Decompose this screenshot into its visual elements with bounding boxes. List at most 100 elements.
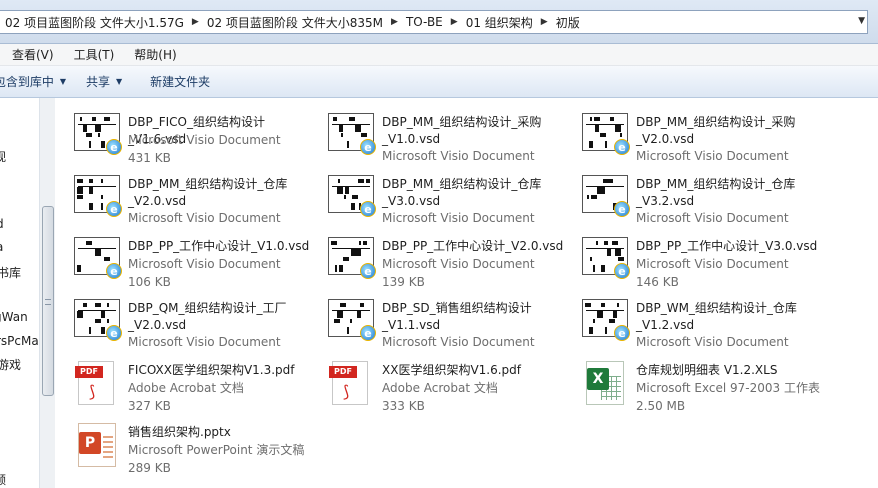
file-name[interactable]: DBP_QM_组织结构设计_工厂_V2.0.vsd	[128, 300, 318, 334]
breadcrumb-item[interactable]: 02 项目蓝图阶段 文件大小1.57G	[0, 14, 189, 31]
diagram-block	[345, 187, 349, 194]
slide-lines-icon	[103, 436, 113, 458]
breadcrumb-item[interactable]: TO-BE	[401, 15, 448, 29]
file-item[interactable]: X 仓库规划明细表 V1.2.XLS Microsoft Excel 97-2003…	[564, 354, 820, 413]
file-name[interactable]: DBP_PP_工作中心设计_V2.0.vsd	[382, 238, 572, 255]
diagram-connector	[332, 310, 370, 311]
file-name[interactable]: DBP_WM_组织结构设计_仓库_V1.2.vsd	[636, 300, 826, 334]
file-item[interactable]: e DBP_PP_工作中心设计_V2.0.vsd Microsoft Visio D…	[310, 230, 563, 289]
internet-explorer-icon: e	[360, 201, 376, 217]
file-item[interactable]: e DBP_MM_组织结构设计_采购_V2.0.vsd Microsoft Visi…	[564, 106, 814, 163]
breadcrumb-separator-icon[interactable]: ▶	[538, 17, 551, 27]
diagram-block	[355, 125, 361, 132]
diagram-block	[593, 319, 595, 323]
address-bar: 02 项目蓝图阶段 文件大小1.57G ▶ 02 项目蓝图阶段 文件大小835M…	[0, 0, 878, 44]
diagram-block	[613, 311, 617, 318]
diagram-block	[347, 327, 349, 334]
file-item[interactable]: PDF ⟆ FICOXX医学组织架构V1.3.pdf Adobe Acrobat 文档…	[56, 354, 306, 413]
file-name[interactable]: DBP_PP_工作中心设计_V1.0.vsd	[128, 238, 318, 255]
powerpoint-icon: P	[74, 423, 120, 469]
breadcrumb-item[interactable]: 01 组织架构	[461, 14, 538, 31]
internet-explorer-icon: e	[106, 139, 122, 155]
nav-item[interactable]: gWan	[0, 310, 28, 324]
file-name[interactable]: DBP_MM_组织结构设计_仓库_V3.0.vsd	[382, 176, 572, 210]
diagram-block	[83, 303, 87, 307]
file-name[interactable]: FICOXX医学组织架构V1.3.pdf	[128, 362, 318, 379]
file-name[interactable]: 仓库规划明细表 V1.2.XLS	[636, 362, 826, 379]
file-name[interactable]: DBP_MM_组织结构设计_采购_V1.0.vsd	[382, 114, 572, 148]
file-type: Microsoft Visio Document	[382, 211, 535, 225]
diagram-connector	[332, 186, 370, 187]
navigation-scrollbar[interactable]	[39, 98, 55, 488]
file-item[interactable]: e DBP_MM_组织结构设计_仓库_V3.2.vsd Microsoft Visi…	[564, 168, 814, 225]
scrollbar-thumb[interactable]	[42, 206, 54, 396]
file-size: 106 KB	[128, 275, 171, 289]
file-name[interactable]: XX医学组织架构V1.6.pdf	[382, 362, 572, 379]
breadcrumb-separator-icon[interactable]: ▶	[189, 17, 202, 27]
diagram-connector	[586, 186, 624, 187]
file-item[interactable]: e DBP_MM_组织结构设计_仓库_V2.0.vsd Microsoft Visi…	[56, 168, 306, 225]
file-name[interactable]: DBP_MM_组织结构设计_仓库_V2.0.vsd	[128, 176, 318, 210]
menu-help[interactable]: 帮助(H)	[128, 46, 182, 63]
file-item[interactable]: P 销售组织架构.pptx Microsoft PowerPoint 演示文稿 289…	[56, 416, 306, 475]
excel-icon: X	[582, 361, 628, 407]
address-history-dropdown-icon[interactable]: ▼	[858, 16, 865, 26]
diagram-block	[80, 117, 82, 121]
file-item[interactable]: e DBP_MM_组织结构设计_仓库_V3.0.vsd Microsoft Visi…	[310, 168, 560, 225]
nav-item[interactable]: a	[0, 240, 3, 254]
visio-icon: e	[582, 237, 630, 283]
file-type: Adobe Acrobat 文档	[128, 381, 244, 395]
command-toolbar: 包含到库中 ▼ 共享 ▼ 新建文件夹	[0, 66, 878, 98]
file-item[interactable]: e DBP_WM_组织结构设计_仓库_V1.2.vsd Microsoft Visi…	[564, 292, 814, 349]
file-item[interactable]: e DBP_QM_组织结构设计_工厂_V2.0.vsd Microsoft Visi…	[56, 292, 306, 349]
diagram-block	[101, 311, 105, 318]
breadcrumb-item[interactable]: 02 项目蓝图阶段 文件大小835M	[202, 14, 388, 31]
nav-item[interactable]: 游戏	[0, 356, 21, 373]
powerpoint-p-icon: P	[79, 432, 101, 454]
file-name[interactable]: DBP_MM_组织结构设计_采购_V2.0.vsd	[636, 114, 826, 148]
diagram-block	[335, 265, 337, 272]
diagram-block	[585, 303, 591, 307]
diagram-block	[98, 133, 100, 137]
diagram-block	[358, 179, 364, 183]
file-name[interactable]: 销售组织架构.pptx	[128, 424, 318, 441]
diagram-block	[611, 179, 613, 183]
menu-view[interactable]: 查看(V)	[6, 46, 60, 63]
diagram-block	[357, 311, 361, 318]
breadcrumb-separator-icon[interactable]: ▶	[388, 17, 401, 27]
nav-item[interactable]: 视	[0, 148, 6, 165]
breadcrumb[interactable]: 02 项目蓝图阶段 文件大小1.57G ▶ 02 项目蓝图阶段 文件大小835M…	[0, 10, 868, 34]
diagram-block	[341, 133, 343, 137]
file-item[interactable]: e DBP_FICO_组织结构设计_V1.6.vsd Microsoft Visio…	[56, 106, 306, 165]
diagram-block	[615, 249, 621, 256]
file-name[interactable]: DBP_PP_工作中心设计_V3.0.vsd	[636, 238, 826, 255]
nav-item[interactable]: rsPcMa	[0, 334, 39, 348]
nav-item[interactable]: d	[0, 217, 4, 231]
acrobat-swirl-icon: ⟆	[89, 382, 96, 401]
file-type: Microsoft Visio Document	[636, 335, 789, 349]
include-in-library-button[interactable]: 包含到库中 ▼	[0, 66, 66, 97]
nav-item[interactable]: 频	[0, 471, 6, 488]
grip-icon	[45, 299, 51, 305]
diagram-block	[597, 187, 603, 194]
diagram-block	[594, 117, 600, 121]
diagram-block	[618, 257, 624, 261]
file-name[interactable]: DBP_SD_销售组织结构设计_V1.1.vsd	[382, 300, 572, 334]
menu-tools[interactable]: 工具(T)	[68, 46, 121, 63]
diagram-block	[101, 195, 103, 199]
diagram-block	[590, 257, 592, 261]
breadcrumb-separator-icon[interactable]: ▶	[448, 17, 461, 27]
new-folder-button[interactable]: 新建文件夹	[142, 66, 218, 97]
diagram-block	[340, 303, 346, 307]
file-item[interactable]: e DBP_PP_工作中心设计_V1.0.vsd Microsoft Visio D…	[56, 230, 309, 289]
file-item[interactable]: e DBP_MM_组织结构设计_采购_V1.0.vsd Microsoft Visi…	[310, 106, 560, 163]
file-item[interactable]: e DBP_PP_工作中心设计_V3.0.vsd Microsoft Visio D…	[564, 230, 817, 289]
file-item[interactable]: e DBP_SD_销售组织结构设计_V1.1.vsd Microsoft Visio…	[310, 292, 560, 349]
breadcrumb-item[interactable]: 初版	[551, 14, 585, 31]
file-type: Microsoft Visio Document	[382, 257, 535, 271]
share-button[interactable]: 共享 ▼	[78, 66, 130, 97]
file-name[interactable]: DBP_MM_组织结构设计_仓库_V3.2.vsd	[636, 176, 826, 210]
file-item[interactable]: PDF ⟆ XX医学组织架构V1.6.pdf Adobe Acrobat 文档 333 …	[310, 354, 560, 413]
nav-item[interactable]: 书库	[0, 264, 21, 281]
diagram-block	[595, 125, 599, 132]
